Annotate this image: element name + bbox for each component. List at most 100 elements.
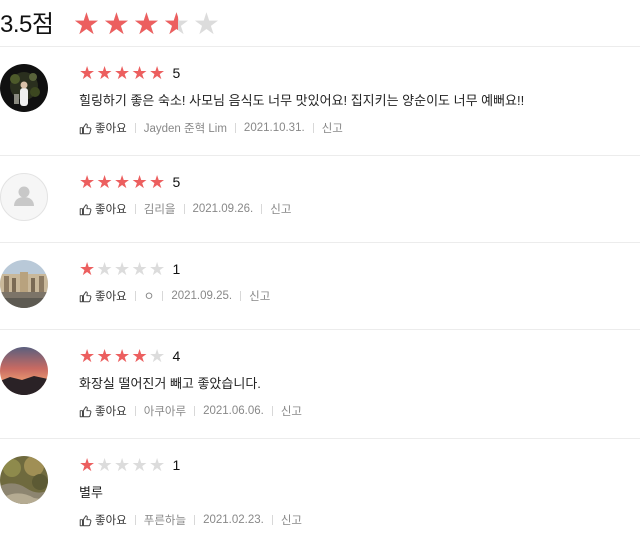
star-icon: ★ [149,455,166,475]
review-text: 별루 [79,485,103,500]
divider [134,123,136,133]
star-icon: ★ [79,346,96,366]
star-icon: ★ [131,172,148,192]
star-icon: ★ [79,259,96,279]
rating-number: 1 [172,261,181,277]
like-button[interactable]: 좋아요 [79,120,127,136]
like-label: 좋아요 [95,204,127,216]
user-avatar[interactable] [0,347,48,395]
rating-number: 1 [172,457,181,473]
review-author: Jayden 준혁 Lim [143,123,227,135]
review-author: 푸른하늘 [143,515,187,527]
like-button[interactable]: 좋아요 [79,201,127,217]
report-link[interactable]: 신고 [322,120,343,136]
user-avatar[interactable] [0,260,48,308]
review-author: 아쿠아루 [143,406,187,418]
report-link[interactable]: 신고 [281,403,302,419]
review-date: 2021.09.25. [171,290,233,302]
thumbs-up-icon [79,203,92,215]
star-icon: ★ [79,172,96,192]
star-icon: ★ [96,455,113,475]
report-link[interactable]: 신고 [281,512,302,528]
divider [194,406,196,416]
star-icon: ★ [79,455,96,475]
review-meta: 좋아요 Jayden 준혁 Lim 2021.10.31. 신고 [79,120,640,136]
divider [183,204,185,214]
star-icon: ★ [131,346,148,366]
divider [134,291,136,301]
review-meta: 좋아요 ㅇ 2021.09.25. 신고 [79,288,640,304]
user-avatar[interactable] [0,456,48,504]
like-button[interactable]: 좋아요 [79,288,127,304]
star-icon: ★★ [193,8,220,41]
review-meta: 좋아요 푸른하늘 2021.02.23. 신고 [79,512,640,528]
review-rating: ★ ★ ★ ★ ★ 5 [79,64,640,82]
review-author: 김리을 [143,204,176,216]
review-date: 2021.06.06. [203,405,264,417]
review-meta: 좋아요 김리을 2021.09.26. 신고 [79,201,640,217]
review-date: 2021.09.26. [192,203,254,215]
star-icon: ★ [131,455,148,475]
thumbs-up-icon [79,290,92,302]
star-icon: ★ [131,63,148,83]
like-button[interactable]: 좋아요 [79,403,127,419]
like-label: 좋아요 [95,406,127,418]
divider [271,406,273,416]
review-date: 2021.02.23. [203,514,264,526]
thumbs-up-icon [79,405,92,417]
divider [312,123,314,133]
star-icon: ★ [149,346,166,366]
divider [134,406,136,416]
review-rating: ★ ★ ★ ★ ★ 5 [79,173,640,191]
like-label: 좋아요 [95,515,127,527]
review-item: ★ ★ ★ ★ ★ 1 별루 좋아요 푸른하늘 2021.02.23. 신고 [0,439,640,547]
review-text: 화장실 떨어진거 빼고 좋았습니다. [79,376,261,391]
divider [134,204,136,214]
star-icon: ★ [96,259,113,279]
review-date: 2021.10.31. [243,122,305,134]
rating-number: 5 [172,65,181,81]
default-avatar-icon [14,186,34,206]
star-icon: ★ [131,259,148,279]
like-button[interactable]: 좋아요 [79,512,127,528]
star-icon: ★ [149,63,166,83]
star-icon: ★ [114,455,131,475]
user-avatar[interactable] [0,64,48,112]
review-text: 힐링하기 좋은 숙소! 사모님 음식도 너무 맛있어요! 집지키는 양순이도 너… [79,93,525,108]
rating-number: 5 [172,174,181,190]
report-link[interactable]: 신고 [270,201,291,217]
star-icon: ★ [149,259,166,279]
divider [234,123,236,133]
review-item: ★ ★ ★ ★ ★ 1 좋아요 ㅇ 2021.09.25. 신고 [0,243,640,330]
user-avatar[interactable] [0,173,48,221]
star-icon: ★ [79,63,96,83]
star-icon: ★ [114,172,131,192]
review-rating: ★ ★ ★ ★ ★ 4 [79,347,640,365]
thumbs-up-icon [79,122,92,134]
star-icon: ★ [114,63,131,83]
thumbs-up-icon [79,514,92,526]
divider [194,515,196,525]
review-item: ★ ★ ★ ★ ★ 5 좋아요 김리을 2021.09.26. 신고 [0,156,640,243]
report-link[interactable]: 신고 [249,288,270,304]
divider [271,515,273,525]
star-icon: ★ [96,63,113,83]
divider [134,515,136,525]
star-icon: ★ [149,172,166,192]
divider [162,291,164,301]
rating-number: 4 [172,348,181,364]
divider [261,204,263,214]
star-icon: ★★ [133,8,160,41]
review-rating: ★ ★ ★ ★ ★ 1 [79,260,640,278]
average-score: 3.5점 [0,11,54,38]
review-rating: ★ ★ ★ ★ ★ 1 [79,456,640,474]
review-author: ㅇ [143,291,155,303]
divider [240,291,242,301]
review-meta: 좋아요 아쿠아루 2021.06.06. 신고 [79,403,640,419]
star-icon: ★★ [103,8,130,41]
star-icon: ★ [96,346,113,366]
star-icon: ★ [114,259,131,279]
like-label: 좋아요 [95,123,127,135]
star-icon: ★★ [73,8,100,41]
star-icon: ★★ [163,8,190,41]
